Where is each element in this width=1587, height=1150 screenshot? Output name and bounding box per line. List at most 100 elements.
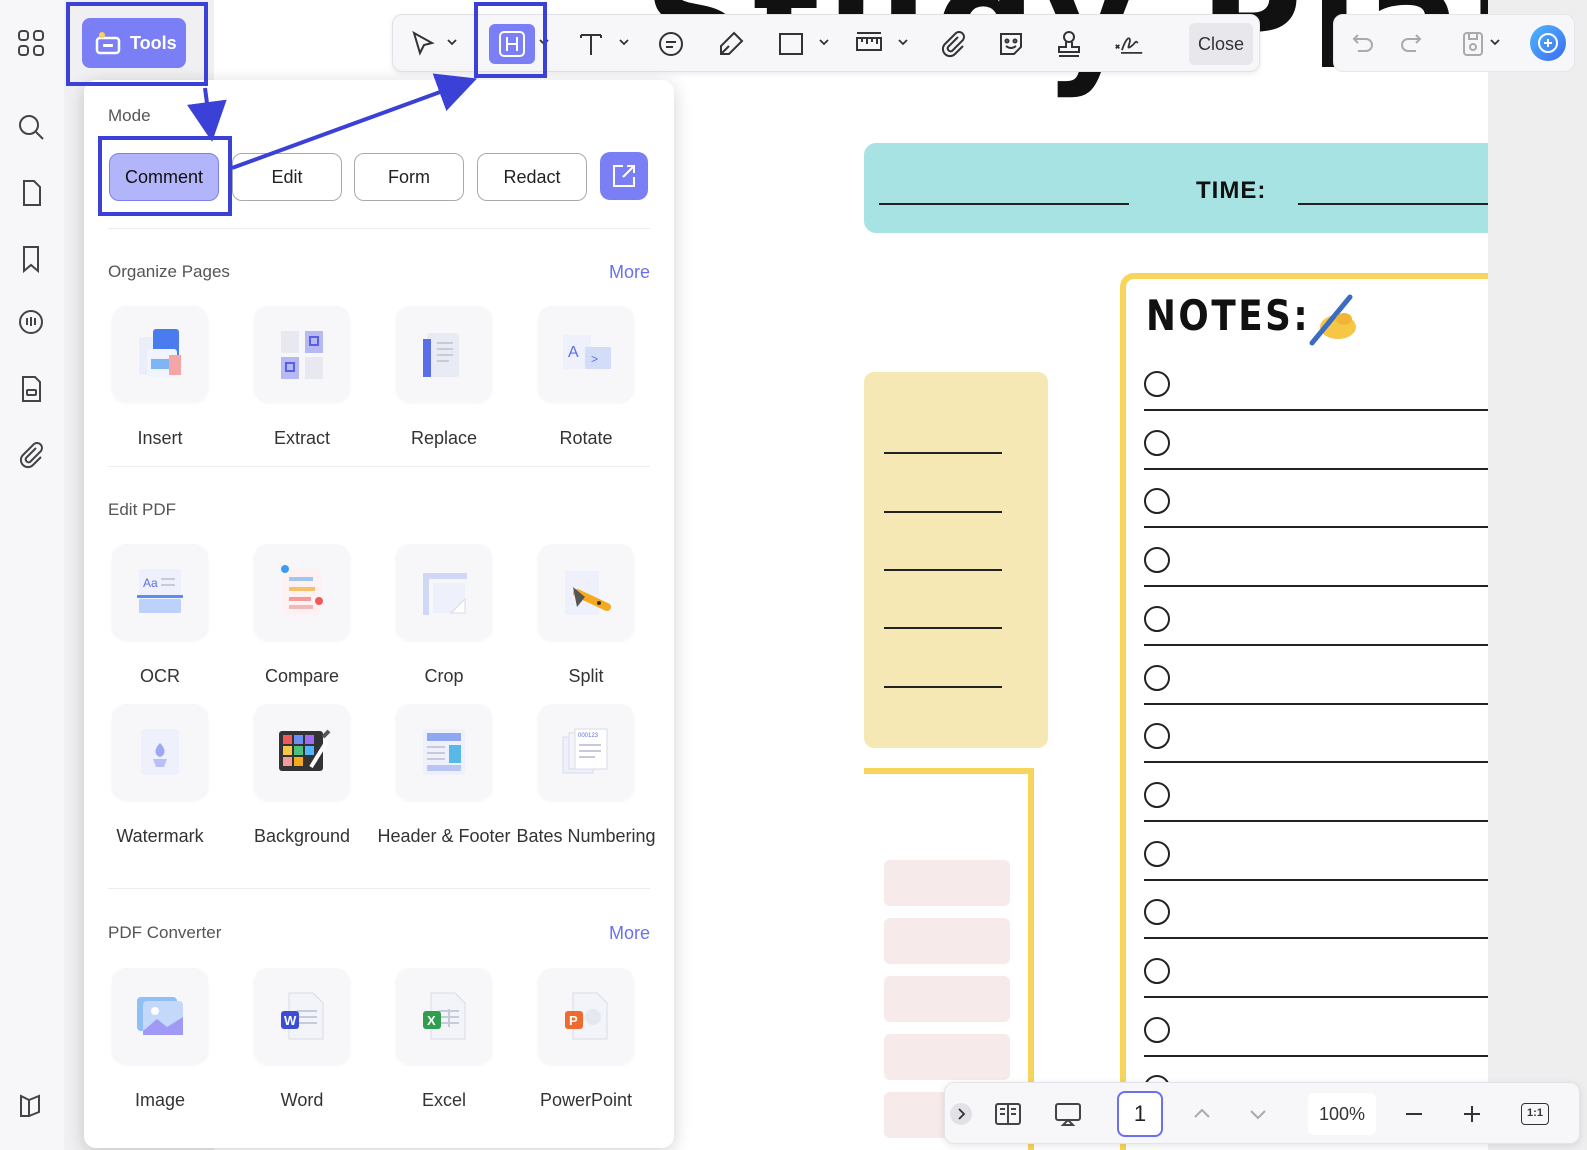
pink-row <box>884 1034 1010 1080</box>
sticker-icon <box>1000 33 1022 55</box>
powerpoint-tool[interactable]: P PowerPoint <box>516 968 656 1112</box>
tools-button[interactable]: Tools <box>82 18 186 68</box>
search-icon[interactable] <box>16 112 46 142</box>
pages-icon[interactable] <box>16 178 46 208</box>
chevron-down-icon[interactable] <box>617 35 631 49</box>
background-label: Background <box>253 826 351 846</box>
word-icon: W <box>281 992 324 1040</box>
signature-tool-button[interactable] <box>1107 24 1151 64</box>
stamp-tool-button[interactable] <box>1049 24 1089 64</box>
chevron-down-icon[interactable] <box>445 35 459 49</box>
measure-tool-button[interactable] <box>849 24 889 64</box>
bottom-bar: 1 100% 1:1 <box>944 1082 1580 1144</box>
mode-edit-button[interactable]: Edit <box>232 153 342 201</box>
word-tool[interactable]: W Word <box>232 968 372 1112</box>
comments-icon[interactable] <box>16 308 46 338</box>
svg-text:W: W <box>284 1013 297 1028</box>
history-toolbar <box>1333 14 1575 72</box>
crop-tool[interactable]: Crop <box>374 544 514 688</box>
chevron-down-icon[interactable] <box>896 35 910 49</box>
notes-title: NOTES: <box>1146 291 1311 340</box>
comment-tool-button[interactable] <box>651 24 691 64</box>
image-icon <box>137 997 183 1035</box>
note-checkbox-circle <box>1144 958 1170 984</box>
header-footer-icon <box>423 729 465 775</box>
bookmark-icon[interactable] <box>16 244 46 274</box>
presentation-icon[interactable] <box>1053 1099 1083 1129</box>
compare-tool[interactable]: Compare <box>232 544 372 688</box>
replace-tool[interactable]: Replace <box>374 306 514 450</box>
insert-tool[interactable]: Insert <box>90 306 230 450</box>
text-icon <box>580 34 602 55</box>
pencil-icon <box>720 31 744 55</box>
ai-assistant-icon[interactable] <box>1530 25 1566 61</box>
pencil-tool-button[interactable] <box>711 24 751 64</box>
ocr-label: OCR <box>140 666 180 686</box>
actual-size-button[interactable]: 1:1 <box>1521 1103 1549 1125</box>
organize-more-link[interactable]: More <box>609 262 650 283</box>
theme-icon[interactable] <box>16 1090 46 1120</box>
bates-numbering-icon: 000123 <box>562 728 608 774</box>
organize-pages-title: Organize Pages <box>108 262 230 281</box>
chevron-down-icon[interactable] <box>1488 35 1502 49</box>
apps-grid-icon[interactable] <box>16 28 46 58</box>
svg-text:A: A <box>568 344 579 361</box>
redo-icon[interactable] <box>1398 29 1428 59</box>
document-fields-icon[interactable] <box>16 374 46 404</box>
note-row <box>1144 1016 1488 1057</box>
yellow-panel-line <box>884 627 1002 629</box>
attachment-tool-button[interactable] <box>933 24 973 64</box>
mode-comment-button[interactable]: Comment <box>109 153 219 201</box>
bates-numbering-tool[interactable]: 000123 Bates Numbering <box>516 704 656 848</box>
excel-label: Excel <box>421 1090 466 1110</box>
chevron-down-icon[interactable] <box>537 35 551 49</box>
pink-row <box>884 976 1010 1022</box>
ocr-tool[interactable]: Aa OCR <box>90 544 230 688</box>
header-footer-tool[interactable]: Header & Footer <box>374 704 514 848</box>
converter-more-link[interactable]: More <box>609 923 650 944</box>
close-button[interactable]: Close <box>1189 23 1253 65</box>
split-tool[interactable]: Split <box>516 544 656 688</box>
undo-icon[interactable] <box>1346 29 1376 59</box>
page-number-input[interactable]: 1 <box>1117 1091 1163 1137</box>
note-row <box>1144 371 1488 411</box>
rotate-tool[interactable]: A > Rotate <box>516 306 656 450</box>
chevron-up-icon[interactable] <box>1187 1099 1217 1129</box>
chevron-down-icon[interactable] <box>817 35 831 49</box>
select-icon <box>412 30 435 56</box>
mode-form-button[interactable]: Form <box>354 153 464 201</box>
select-tool-button[interactable] <box>403 24 443 64</box>
zoom-in-icon[interactable] <box>1457 1099 1487 1129</box>
image-tool[interactable]: Image <box>90 968 230 1112</box>
watermark-icon <box>141 729 179 775</box>
attachment-rail-icon[interactable] <box>16 440 46 470</box>
save-icon[interactable] <box>1458 29 1488 59</box>
zoom-out-icon[interactable] <box>1399 1099 1429 1129</box>
yellow-panel-line <box>884 686 1002 688</box>
divider <box>108 888 650 889</box>
pdf-converter-title: PDF Converter <box>108 923 222 942</box>
powerpoint-label: PowerPoint <box>539 1090 633 1110</box>
rectangle-tool-button[interactable] <box>771 24 811 64</box>
excel-tool[interactable]: X Excel <box>374 968 514 1112</box>
text-tool-button[interactable] <box>571 24 611 64</box>
chevron-down-icon[interactable] <box>1243 1099 1273 1129</box>
zoom-level[interactable]: 100% <box>1308 1093 1376 1135</box>
note-line <box>1144 761 1488 764</box>
note-checkbox-circle <box>1144 664 1170 691</box>
replace-label: Replace <box>410 428 478 448</box>
extract-tool[interactable]: Extract <box>232 306 372 450</box>
watermark-tool[interactable]: Watermark <box>90 704 230 848</box>
sticker-tool-button[interactable] <box>991 24 1031 64</box>
note-line <box>1144 702 1488 705</box>
word-label: Word <box>280 1090 324 1110</box>
extract-label: Extract <box>273 428 330 448</box>
highlight-tool-button[interactable] <box>489 24 535 64</box>
open-external-button[interactable] <box>600 152 648 200</box>
background-tool[interactable]: Background <box>232 704 372 848</box>
note-checkbox-circle <box>1144 1016 1170 1043</box>
insert-icon <box>139 329 181 377</box>
mode-redact-button[interactable]: Redact <box>477 153 587 201</box>
page-layout-icon[interactable] <box>993 1099 1023 1129</box>
collapse-bar-icon[interactable] <box>949 1102 973 1126</box>
